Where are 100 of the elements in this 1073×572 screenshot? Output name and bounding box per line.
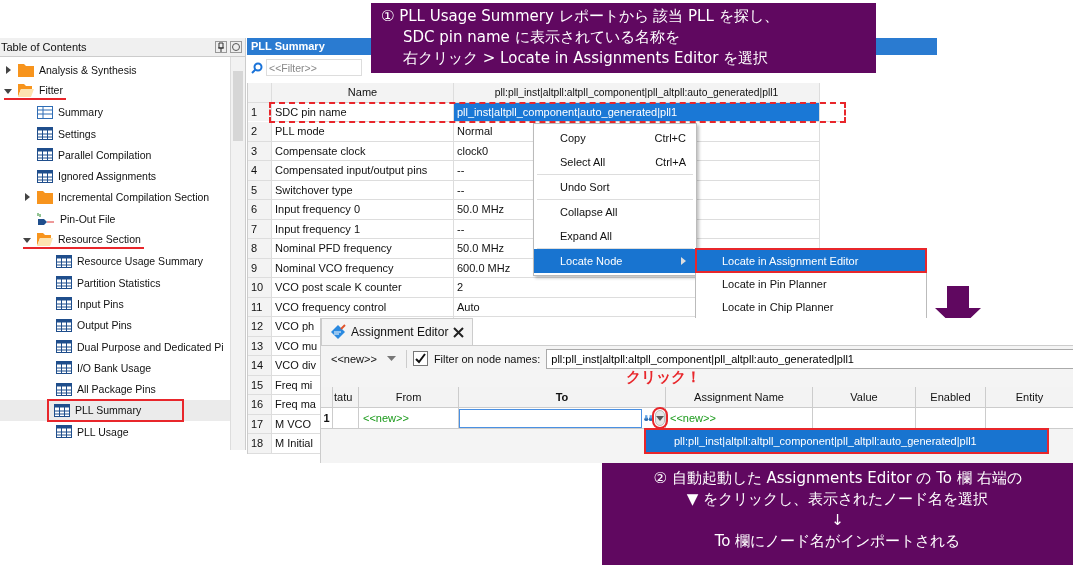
editor-tab[interactable]: Assignment Editor <box>321 318 474 345</box>
row-number: 18 <box>248 434 272 453</box>
table-icon <box>56 318 72 332</box>
filter-field[interactable]: <<Filter>> <box>266 59 362 76</box>
table-cell: VCO frequency control <box>272 297 454 316</box>
tree-item-label: Analysis & Synthesis <box>39 63 137 76</box>
tree-item[interactable]: Parallel Compilation <box>0 144 230 166</box>
tree-item-label: Dual Purpose and Dedicated Pi <box>77 340 224 353</box>
dropdown-button[interactable] <box>655 410 665 426</box>
tree-item[interactable]: Partition Statistics <box>0 271 230 294</box>
table-icon <box>37 127 53 141</box>
column-header[interactable]: From <box>359 387 459 407</box>
checkbox[interactable] <box>412 351 428 366</box>
tree-item-label: I/O Bank Usage <box>77 361 152 374</box>
tree-item[interactable]: Settings <box>0 122 230 145</box>
tree-item-label: All Package Pins <box>77 383 156 396</box>
row-number: 1 <box>321 408 333 428</box>
tree-item[interactable]: Resource Section <box>0 229 230 251</box>
binoculars-icon[interactable] <box>644 412 653 424</box>
tree-item[interactable]: Input Pins <box>0 293 230 315</box>
tree-item-label: Resource Usage Summary <box>77 255 204 268</box>
row-number: 10 <box>248 278 272 297</box>
table-icon <box>37 148 53 162</box>
tree-item-label: Input Pins <box>77 297 124 310</box>
table-cell[interactable]: pll_inst|altpll_component|auto_generated|pll1 <box>454 102 820 121</box>
tree-item[interactable]: Ignored Assignments <box>0 165 230 187</box>
dropdown-option[interactable]: pll:pll_inst|altpll:altpll_component|pll_altpll:auto_generated|pll1 <box>644 428 1049 454</box>
table-icon <box>56 276 72 290</box>
tree-item-label: PLL Usage <box>77 425 129 438</box>
tree-item[interactable]: PLL Summary <box>0 399 230 422</box>
pin-icon[interactable] <box>215 41 227 53</box>
row-number: 1 <box>248 102 272 121</box>
column-header[interactable]: Assignment Name <box>666 387 813 407</box>
menu-item[interactable]: Locate in Assignment Editor <box>696 249 926 272</box>
table-cell: VCO post scale K counter <box>272 278 454 297</box>
callout-text: To 欄にノード名がインポートされる <box>714 531 961 552</box>
tree-item-label: Partition Statistics <box>77 276 161 289</box>
expander-icon[interactable] <box>4 65 12 74</box>
column-header[interactable]: Name <box>272 83 454 102</box>
table-icon <box>56 361 72 375</box>
tree-item[interactable]: Dual Purpose and Dedicated Pi <box>0 335 230 358</box>
caret-icon <box>656 415 664 421</box>
tree-item[interactable]: Resource Usage Summary <box>0 250 230 272</box>
scrollbar[interactable] <box>230 57 245 450</box>
tree-item-label: Summary <box>58 106 103 119</box>
row-number: 12 <box>248 317 272 336</box>
tree-item[interactable]: All Package Pins <box>0 378 230 400</box>
tree-item-label: Resource Section <box>58 233 141 245</box>
table-icon <box>54 403 70 417</box>
tree-item[interactable]: Summary <box>0 101 230 123</box>
expander-icon[interactable] <box>4 86 12 95</box>
tree-item[interactable]: I/O Bank Usage <box>0 357 230 379</box>
caret-icon <box>386 356 396 361</box>
table-cell: Input frequency 0 <box>272 200 454 219</box>
table-icon <box>37 169 53 183</box>
tree-item-label: Parallel Compilation <box>58 148 152 161</box>
row-number: 2 <box>248 122 272 141</box>
column-header[interactable]: Value <box>813 387 916 407</box>
tree-item-label: Pin-Out File <box>60 212 116 225</box>
column-header[interactable]: Enabled <box>916 387 986 407</box>
row-number: 6 <box>248 200 272 219</box>
callout-text: ② 自動起動した Assignments Editor の To 欄 右端の <box>653 468 1022 489</box>
panel-title: Table of Contents <box>1 41 88 53</box>
node-filter-field[interactable]: pll:pll_inst|altpll:altpll_component|pll_altpll:auto_generated|pll1 <box>546 348 1073 369</box>
menu-item[interactable]: Expand All <box>534 224 696 248</box>
folder-icon <box>37 190 53 205</box>
submenu-arrow-icon <box>681 257 686 265</box>
callout-text: ↓ <box>831 510 844 531</box>
click-note: クリック！ <box>626 368 701 385</box>
tree-item-label: Ignored Assignments <box>58 170 157 183</box>
expander-icon[interactable] <box>23 193 31 202</box>
tree-item[interactable]: Incremental Compilation Section <box>0 186 230 209</box>
callout-text: ▼ をクリックし、表示されたノード名を選択 <box>686 489 989 510</box>
menu-item[interactable]: Locate Node <box>534 249 696 273</box>
column-header[interactable]: tatu <box>333 387 359 407</box>
tree-item[interactable]: Fitter <box>0 80 230 102</box>
tree-item-label: Fitter <box>39 83 63 96</box>
table-cell: Nominal PFD frequency <box>272 239 454 258</box>
table-icon <box>37 105 53 119</box>
folder-icon <box>18 62 34 77</box>
tree-item[interactable]: Pin-Out File <box>0 208 230 230</box>
table-cell: Switchover type <box>272 180 454 199</box>
table-cell: Compensate clock <box>272 141 454 160</box>
folder-icon <box>37 232 53 246</box>
tree-item[interactable]: PLL Usage <box>0 421 230 443</box>
callout-text: ① PLL Usage Summery レポートから 該当 PLL を探し、 <box>381 6 780 27</box>
table-icon <box>56 297 72 311</box>
to-field[interactable] <box>459 408 642 428</box>
menu-item[interactable]: Collapse All <box>534 200 696 224</box>
table-cell: PLL mode <box>272 122 454 141</box>
column-header[interactable]: Entity <box>986 387 1073 407</box>
column-header[interactable]: To <box>459 387 666 407</box>
expander-icon[interactable] <box>23 236 31 244</box>
tree-item-label: Settings <box>58 127 96 140</box>
row-number: 14 <box>248 356 272 375</box>
tree-item[interactable]: Analysis & Synthesis <box>0 59 230 81</box>
menu-item[interactable]: Undo Sort <box>534 175 696 199</box>
tree-item[interactable]: Output Pins <box>0 314 230 336</box>
table-icon <box>56 254 72 268</box>
column-header[interactable]: pll:pll_inst|altpll:altpll_component|pll_altpll:auto_generated|pll1 <box>454 83 820 102</box>
